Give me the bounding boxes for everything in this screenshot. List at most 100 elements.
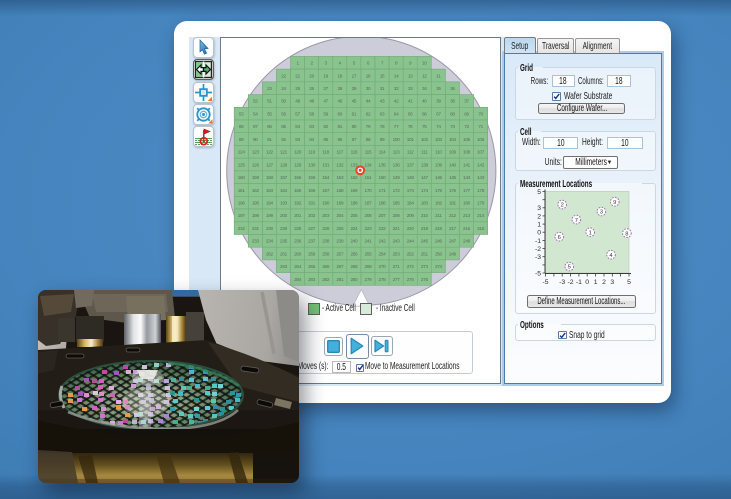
svg-text:147: 147 (421, 175, 429, 180)
svg-text:181: 181 (449, 201, 457, 206)
svg-text:88: 88 (239, 124, 244, 129)
svg-text:265: 265 (308, 264, 316, 269)
svg-text:257: 257 (336, 251, 344, 256)
svg-text:2: 2 (561, 203, 564, 209)
svg-text:141: 141 (463, 162, 471, 167)
svg-text:272: 272 (407, 264, 415, 269)
svg-text:185: 185 (393, 201, 401, 206)
svg-text:105: 105 (463, 137, 471, 142)
svg-text:58: 58 (309, 111, 314, 116)
svg-text:138: 138 (421, 162, 429, 167)
svg-text:5: 5 (568, 265, 571, 271)
svg-text:82: 82 (323, 124, 328, 129)
svg-text:155: 155 (308, 175, 316, 180)
svg-text:135: 135 (379, 162, 387, 167)
svg-text:134: 134 (365, 162, 373, 167)
svg-text:80: 80 (352, 124, 357, 129)
svg-text:208: 208 (393, 213, 401, 218)
svg-text:23: 23 (267, 86, 272, 91)
svg-text:191: 191 (308, 201, 316, 206)
svg-text:11: 11 (436, 73, 441, 78)
svg-text:87: 87 (253, 124, 258, 129)
svg-text:279: 279 (365, 277, 373, 282)
svg-text:245: 245 (421, 239, 429, 244)
svg-text:231: 231 (252, 226, 260, 231)
svg-text:153: 153 (336, 175, 344, 180)
svg-text:81: 81 (337, 124, 342, 129)
svg-text:199: 199 (266, 213, 274, 218)
svg-text:131: 131 (322, 162, 330, 167)
svg-text:226: 226 (322, 226, 330, 231)
svg-text:36: 36 (450, 86, 455, 91)
svg-text:55: 55 (267, 111, 272, 116)
svg-text:255: 255 (365, 251, 373, 256)
svg-text:221: 221 (393, 226, 401, 231)
svg-text:50: 50 (281, 99, 286, 104)
svg-text:89: 89 (239, 137, 244, 142)
svg-text:262: 262 (266, 251, 274, 256)
svg-text:149: 149 (393, 175, 401, 180)
svg-text:129: 129 (294, 162, 302, 167)
svg-text:59: 59 (323, 111, 328, 116)
svg-text:201: 201 (294, 213, 302, 218)
svg-text:-3: -3 (559, 279, 565, 286)
svg-text:205: 205 (350, 213, 358, 218)
svg-text:68: 68 (450, 111, 455, 116)
svg-text:128: 128 (280, 162, 288, 167)
svg-text:96: 96 (337, 137, 342, 142)
svg-text:158: 158 (266, 175, 274, 180)
svg-text:37: 37 (464, 99, 469, 104)
svg-text:214: 214 (477, 213, 485, 218)
svg-text:2: 2 (537, 213, 541, 220)
svg-text:137: 137 (407, 162, 415, 167)
svg-text:125: 125 (238, 162, 246, 167)
svg-text:114: 114 (379, 150, 386, 155)
svg-text:99: 99 (380, 137, 385, 142)
svg-text:118: 118 (322, 150, 329, 155)
svg-text:1: 1 (537, 222, 541, 229)
svg-text:256: 256 (350, 251, 358, 256)
svg-text:178: 178 (477, 188, 485, 193)
svg-text:132: 132 (336, 162, 344, 167)
svg-text:74: 74 (436, 124, 441, 129)
svg-text:198: 198 (252, 213, 260, 218)
svg-text:156: 156 (294, 175, 302, 180)
svg-text:195: 195 (252, 201, 260, 206)
svg-text:151: 151 (365, 175, 373, 180)
svg-text:238: 238 (322, 239, 330, 244)
svg-text:142: 142 (477, 162, 485, 167)
svg-text:161: 161 (238, 188, 246, 193)
svg-text:167: 167 (322, 188, 330, 193)
svg-text:77: 77 (394, 124, 399, 129)
svg-text:5: 5 (627, 279, 631, 286)
svg-text:130: 130 (308, 162, 316, 167)
svg-text:126: 126 (252, 162, 260, 167)
svg-text:243: 243 (393, 239, 401, 244)
svg-text:101: 101 (407, 137, 415, 142)
svg-text:22: 22 (281, 73, 286, 78)
svg-text:184: 184 (407, 201, 415, 206)
svg-text:282: 282 (322, 277, 330, 282)
svg-text:280: 280 (350, 277, 358, 282)
svg-text:42: 42 (394, 99, 399, 104)
svg-text:76: 76 (408, 124, 413, 129)
svg-text:1: 1 (594, 279, 598, 286)
svg-text:103: 103 (435, 137, 443, 142)
svg-text:145: 145 (449, 175, 457, 180)
svg-text:44: 44 (366, 99, 371, 104)
svg-text:7: 7 (575, 218, 578, 224)
svg-text:244: 244 (407, 239, 415, 244)
svg-text:12: 12 (422, 73, 427, 78)
svg-text:275: 275 (421, 277, 429, 282)
svg-text:193: 193 (280, 201, 288, 206)
svg-text:107: 107 (477, 150, 485, 155)
svg-text:15: 15 (380, 73, 385, 78)
svg-text:63: 63 (380, 111, 385, 116)
svg-text:-2: -2 (567, 279, 573, 286)
svg-text:278: 278 (379, 277, 387, 282)
svg-text:3: 3 (600, 210, 603, 216)
svg-text:106: 106 (477, 137, 485, 142)
svg-text:84: 84 (295, 124, 300, 129)
svg-text:121: 121 (280, 150, 288, 155)
svg-text:30: 30 (366, 86, 371, 91)
